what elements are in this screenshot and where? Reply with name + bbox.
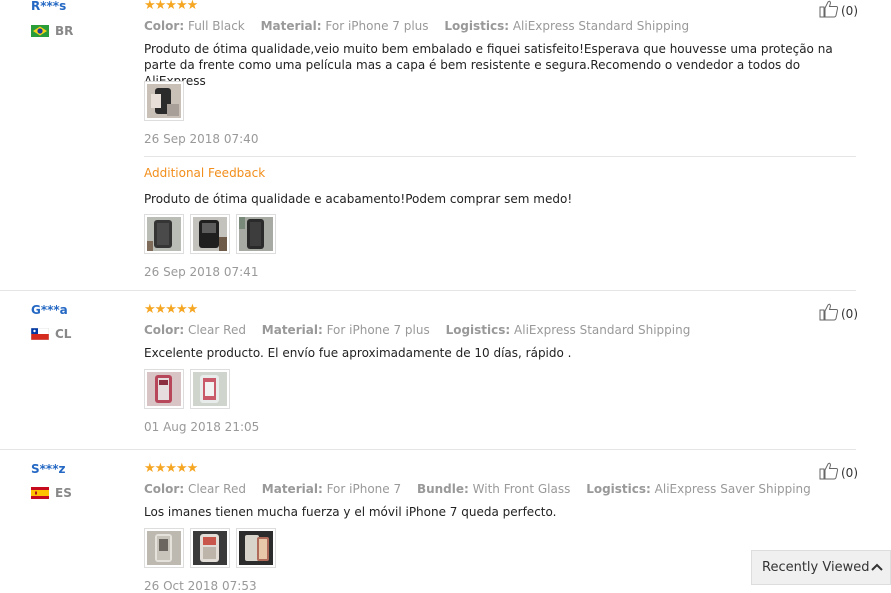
property-label: Color:: [144, 482, 185, 496]
reviewer-country: ES: [31, 486, 72, 500]
property-label: Color:: [144, 19, 185, 33]
helpful-button[interactable]: (0): [819, 462, 858, 483]
review-date: 26 Sep 2018 07:40: [144, 132, 259, 146]
recently-viewed-tab[interactable]: Recently Viewed: [751, 550, 891, 585]
property-value: For iPhone 7 plus: [325, 19, 429, 33]
review-photo-thumbnail[interactable]: [144, 214, 184, 254]
property-label: Material:: [261, 323, 323, 337]
country-code: CL: [55, 327, 72, 341]
property-value: AliExpress Saver Shipping: [654, 482, 811, 496]
spain-flag-icon: [31, 487, 49, 499]
order-properties: Color: Full Black Material: For iPhone 7…: [144, 19, 701, 33]
review-photo-thumbnail[interactable]: [236, 528, 276, 568]
reviewer-country: BR: [31, 24, 73, 38]
property-value: With Front Glass: [472, 482, 571, 496]
review-separator: [0, 449, 856, 450]
property-value: AliExpress Standard Shipping: [514, 323, 691, 337]
reviewer-name[interactable]: S***z: [31, 462, 65, 476]
property-label: Material:: [260, 19, 322, 33]
review-photos: [144, 81, 184, 121]
review-photo-thumbnail[interactable]: [144, 81, 184, 121]
thumbs-up-icon: [819, 303, 839, 324]
reviewer-name[interactable]: R***s: [31, 0, 66, 13]
property-value: For iPhone 7: [326, 482, 402, 496]
additional-feedback-label: Additional Feedback: [144, 166, 266, 180]
review-text: Los imanes tienen mucha fuerza y el móvi…: [144, 505, 557, 519]
helpful-count: (0): [841, 3, 858, 18]
review-photo-thumbnail[interactable]: [190, 214, 230, 254]
property-label: Material:: [261, 482, 323, 496]
recently-viewed-label: Recently Viewed: [762, 560, 870, 575]
helpful-button[interactable]: (0): [819, 303, 858, 324]
review-text: Excelente producto. El envío fue aproxim…: [144, 346, 572, 360]
review-photo-thumbnail[interactable]: [190, 369, 230, 409]
star-rating: ★★★★★: [144, 461, 198, 476]
helpful-button[interactable]: (0): [819, 0, 858, 21]
property-label: Bundle:: [416, 482, 469, 496]
thumbs-up-icon: [819, 0, 839, 21]
reviewer-name[interactable]: G***a: [31, 303, 68, 317]
property-value: Full Black: [187, 19, 245, 33]
review-photo-thumbnail[interactable]: [144, 528, 184, 568]
divider: [144, 156, 856, 157]
order-properties: Color: Clear Red Material: For iPhone 7 …: [144, 323, 702, 337]
brazil-flag-icon: [31, 25, 49, 37]
review-date: 26 Oct 2018 07:53: [144, 579, 257, 593]
review-photos: [144, 369, 230, 409]
property-label: Logistics:: [586, 482, 651, 496]
property-value: For iPhone 7 plus: [326, 323, 430, 337]
additional-feedback-photos: [144, 214, 276, 254]
helpful-count: (0): [841, 306, 858, 321]
additional-feedback-text: Produto de ótima qualidade e acabamento!…: [144, 192, 573, 206]
order-properties: Color: Clear Red Material: For iPhone 7 …: [144, 482, 823, 496]
star-rating: ★★★★★: [144, 0, 198, 13]
property-label: Logistics:: [444, 19, 510, 33]
chevron-up-icon: [870, 561, 884, 575]
country-code: BR: [55, 24, 74, 38]
property-label: Color:: [144, 323, 185, 337]
property-value: Clear Red: [187, 482, 246, 496]
chile-flag-icon: [31, 328, 49, 340]
star-rating: ★★★★★: [144, 302, 198, 317]
country-code: ES: [55, 486, 72, 500]
property-label: Logistics:: [445, 323, 511, 337]
review-photo-thumbnail[interactable]: [236, 214, 276, 254]
review-photo-thumbnail[interactable]: [190, 528, 230, 568]
review-date: 01 Aug 2018 21:05: [144, 420, 260, 434]
review-separator: [0, 290, 856, 291]
additional-feedback-date: 26 Sep 2018 07:41: [144, 265, 259, 279]
review-text: Produto de ótima qualidade,veio muito be…: [144, 42, 833, 88]
helpful-count: (0): [841, 465, 858, 480]
property-value: Clear Red: [187, 323, 246, 337]
review-photo-thumbnail[interactable]: [144, 369, 184, 409]
review-photos: [144, 528, 276, 568]
reviewer-country: CL: [31, 327, 71, 341]
property-value: AliExpress Standard Shipping: [512, 19, 690, 33]
thumbs-up-icon: [819, 462, 839, 483]
